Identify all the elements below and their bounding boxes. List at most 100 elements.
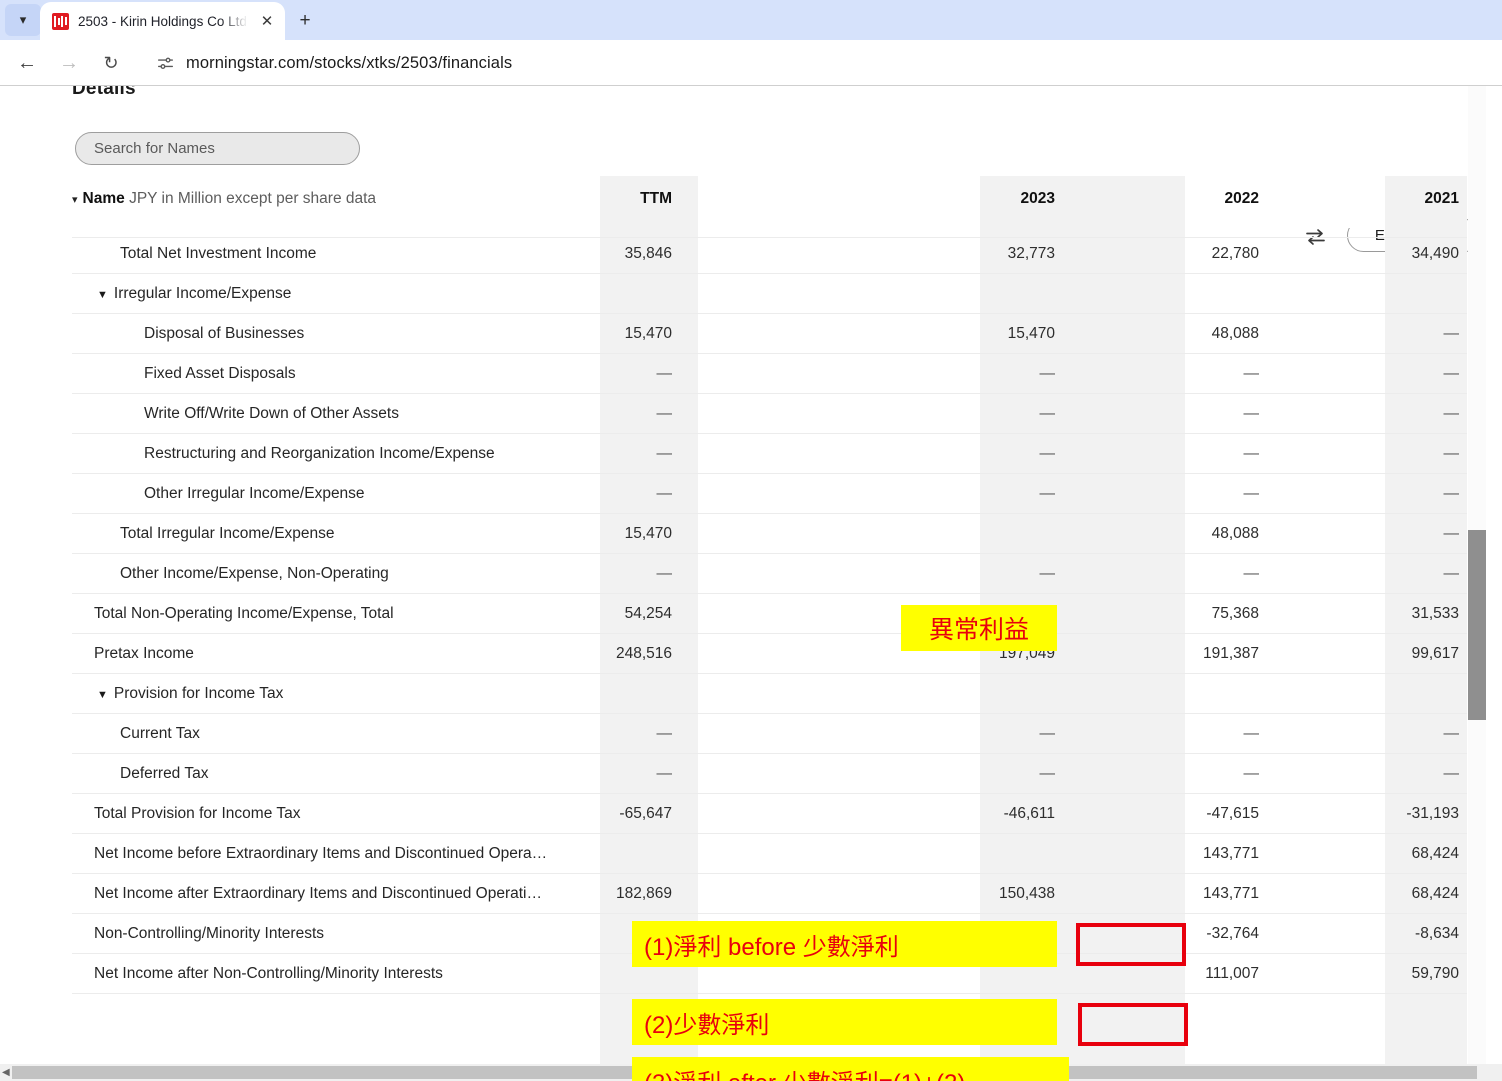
omnibox-row: ← → ↻ morningstar.com/stocks/xtks/2503/f…: [0, 40, 1502, 86]
cell-2022: —: [1243, 365, 1260, 382]
cell-ttm: 15,470: [624, 325, 672, 342]
cell-2023: —: [1039, 765, 1056, 782]
cell-2021: -31,193: [1406, 805, 1459, 822]
row-label: Net Income after Non-Controlling/Minorit…: [94, 965, 443, 983]
address-bar[interactable]: morningstar.com/stocks/xtks/2503/financi…: [140, 47, 1488, 79]
row-label-text: Total Provision for Income Tax: [94, 805, 301, 822]
cell-2023: —: [1039, 565, 1056, 582]
cell-ttm: —: [656, 485, 673, 502]
cell-ttm: -65,647: [619, 805, 672, 822]
column-header-ttm[interactable]: TTM: [492, 190, 672, 208]
table-header-row: ▾ Name JPY in Million except per share da…: [72, 176, 1467, 228]
row-label[interactable]: ▼ Irregular Income/Expense: [97, 285, 291, 303]
row-label-text: Total Irregular Income/Expense: [120, 525, 335, 542]
cell-2022: 48,088: [1211, 525, 1259, 542]
row-label-text: Non-Controlling/Minority Interests: [94, 925, 325, 942]
row-label: Other Irregular Income/Expense: [144, 485, 365, 503]
row-label-text: Net Income before Extraordinary Items an…: [94, 845, 548, 862]
cell-ttm: 54,254: [624, 605, 672, 622]
table-row: Fixed Asset Disposals — — — —: [72, 354, 1467, 394]
cell-2022: 143,771: [1202, 885, 1259, 902]
row-label-text: Current Tax: [120, 725, 200, 742]
tab-search-chevron-down-icon[interactable]: ▾: [5, 4, 41, 36]
column-header-name-subtitle: JPY in Million except per share data: [129, 190, 377, 207]
row-label: Pretax Income: [94, 645, 194, 663]
row-label: Non-Controlling/Minority Interests: [94, 925, 324, 943]
column-header-2023[interactable]: 2023: [875, 190, 1055, 208]
row-label: Total Provision for Income Tax: [94, 805, 300, 823]
cell-ttm: 248,516: [615, 645, 672, 662]
row-label-text: Deferred Tax: [120, 765, 209, 782]
annotation-irregular-profit: 異常利益: [901, 605, 1057, 651]
cell-2023: 32,773: [1007, 245, 1055, 262]
table-row: Net Income before Extraordinary Items an…: [72, 834, 1467, 874]
table-row: Restructuring and Reorganization Income/…: [72, 434, 1467, 474]
cell-2023: 15,470: [1007, 325, 1055, 342]
cell-2022: —: [1243, 725, 1260, 742]
column-header-2021[interactable]: 2021: [1279, 190, 1459, 208]
cell-2021: —: [1443, 525, 1460, 542]
collapse-caret-icon[interactable]: ▾: [72, 194, 78, 206]
row-label[interactable]: ▼ Provision for Income Tax: [97, 685, 283, 703]
table-row: ▼ Provision for Income Tax: [72, 674, 1467, 714]
row-label: Write Off/Write Down of Other Assets: [144, 405, 399, 423]
cell-ttm: —: [656, 725, 673, 742]
page-title: Details: [72, 86, 136, 99]
cell-2022: -32,764: [1206, 925, 1259, 942]
cell-2021: —: [1443, 765, 1460, 782]
cell-ttm: 15,470: [624, 525, 672, 542]
reload-icon[interactable]: ↻: [90, 43, 132, 83]
page-vertical-scrollbar-thumb[interactable]: [1468, 530, 1486, 720]
morningstar-favicon-icon: [52, 12, 69, 30]
cell-2021: —: [1443, 365, 1460, 382]
scroll-left-arrow-icon[interactable]: ◀: [2, 1067, 10, 1078]
row-label-text: Net Income after Extraordinary Items and…: [94, 885, 542, 902]
row-label: Restructuring and Reorganization Income/…: [144, 445, 495, 463]
cell-ttm: —: [656, 405, 673, 422]
row-label: Net Income after Extraordinary Items and…: [94, 885, 542, 903]
row-label-text: Disposal of Businesses: [144, 325, 305, 342]
table-row: Total Net Investment Income 35,846 32,773 2…: [72, 234, 1467, 274]
row-label-text: Total Non-Operating Income/Expense, Tota…: [94, 605, 394, 622]
table-row: Other Irregular Income/Expense — — — —: [72, 474, 1467, 514]
row-label: Disposal of Businesses: [144, 325, 304, 343]
table-row: Pretax Income 248,516 197,049 191,387 99,617: [72, 634, 1467, 674]
search-input[interactable]: [75, 132, 360, 165]
annotation-note-1: (1)淨利 before 少數淨利: [632, 921, 1057, 967]
table-row: Write Off/Write Down of Other Assets — — — —: [72, 394, 1467, 434]
cell-2021: —: [1443, 725, 1460, 742]
row-label: Other Income/Expense, Non-Operating: [120, 565, 389, 583]
cell-ttm: 182,869: [615, 885, 672, 902]
cell-2021: 59,790: [1411, 965, 1459, 982]
row-label-text: Write Off/Write Down of Other Assets: [144, 405, 399, 422]
cell-2023: 150,438: [998, 885, 1055, 902]
row-label-text: Fixed Asset Disposals: [144, 365, 296, 382]
column-header-name-label: Name: [82, 190, 125, 207]
collapse-caret-icon[interactable]: ▼: [97, 289, 108, 301]
forward-arrow-right-icon[interactable]: →: [48, 43, 90, 83]
cell-2022: 111,007: [1205, 965, 1259, 982]
row-label-text: Restructuring and Reorganization Income/…: [144, 445, 495, 462]
cell-2022: -47,615: [1206, 805, 1259, 822]
cell-2023: —: [1039, 405, 1056, 422]
clipped-row-stub: - - -: [120, 228, 144, 235]
cell-ttm: —: [656, 445, 673, 462]
browser-tab-active[interactable]: 2503 - Kirin Holdings Co Ltd F ✕: [40, 2, 285, 40]
row-label: Current Tax: [120, 725, 200, 743]
collapse-caret-icon[interactable]: ▼: [97, 689, 108, 701]
new-tab-plus-icon[interactable]: +: [292, 8, 318, 34]
close-icon[interactable]: ✕: [257, 11, 277, 31]
cell-2022: —: [1243, 765, 1260, 782]
cell-2023: -46,611: [1003, 805, 1055, 822]
back-arrow-left-icon[interactable]: ←: [6, 43, 48, 83]
table-row: Disposal of Businesses 15,470 15,470 48,088…: [72, 314, 1467, 354]
tab-title: 2503 - Kirin Holdings Co Ltd F: [78, 13, 248, 29]
row-label: Total Irregular Income/Expense: [120, 525, 335, 543]
row-label-text: Other Income/Expense, Non-Operating: [120, 565, 389, 582]
table-row: Net Income after Extraordinary Items and…: [72, 874, 1467, 914]
site-settings-tune-icon[interactable]: [154, 52, 176, 74]
column-header-name[interactable]: ▾ Name JPY in Million except per share da…: [72, 190, 376, 208]
clipped-partial-row: - - -: [72, 228, 1467, 238]
column-header-2022[interactable]: 2022: [1079, 190, 1259, 208]
cell-2023: —: [1039, 485, 1056, 502]
